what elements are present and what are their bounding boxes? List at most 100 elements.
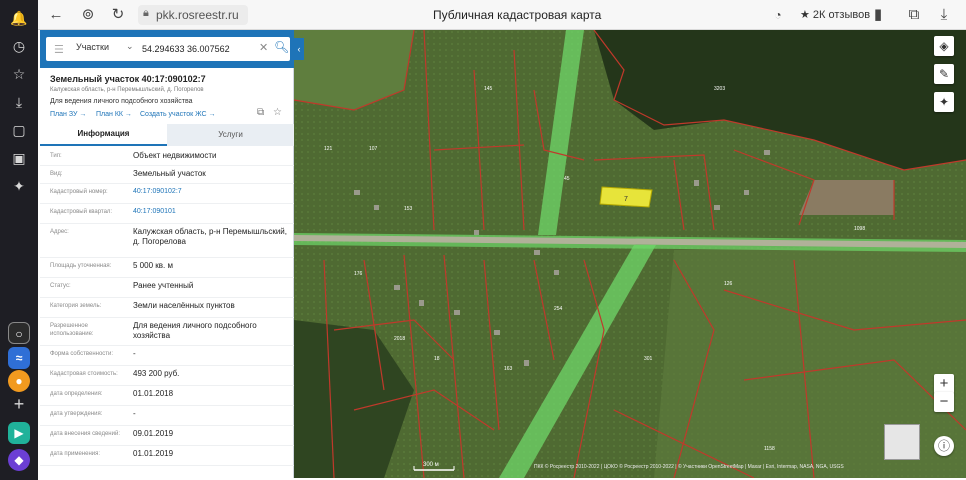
property-row: Адрес: Калужская область, р-н Перемышльск… (40, 224, 294, 258)
property-label: Кадастровый номер: (50, 189, 108, 195)
property-row: Кадастровый квартал: 40:17:090101 (40, 204, 294, 224)
property-row: Площадь уточненная: 5 000 кв. м (40, 258, 294, 278)
app-icon-2[interactable]: ≈ (8, 347, 30, 369)
selected-parcel-label: 7 (624, 196, 628, 203)
svg-text:121: 121 (324, 146, 333, 152)
property-value: Ранее учтенный (133, 281, 194, 290)
download-icon[interactable]: ⤓ (9, 92, 29, 112)
app-icon-1[interactable]: ○ (8, 322, 30, 344)
category-select[interactable]: Участки (76, 42, 109, 52)
cadastral-number-link[interactable]: 40:17:090102:7 (133, 187, 288, 197)
download-icon[interactable]: ⤓ (934, 5, 954, 25)
property-label: Категория земель: (50, 303, 102, 309)
search-bar: ☰ Участки ⌄ ✕ 🔍︎ (40, 30, 294, 68)
bookmark-icon[interactable]: ▮ (868, 5, 888, 25)
property-value: Калужская область, р-н Перемышльский, д.… (133, 227, 287, 246)
add-app-icon[interactable]: + (9, 394, 29, 414)
app-icon-5[interactable]: ◆ (8, 449, 30, 471)
url-text: pkk.rosreestr.ru (156, 8, 239, 22)
svg-text:176: 176 (354, 271, 363, 277)
address-bar[interactable]: 🔒︎ pkk.rosreestr.ru (138, 5, 248, 25)
property-label: Форма собственности: (50, 351, 114, 357)
tab-services[interactable]: Услуги (167, 124, 294, 146)
info-panel: ☰ Участки ⌄ ✕ 🔍︎ Земельный участок 40:17… (40, 30, 294, 478)
layers-icon[interactable]: ◈ (934, 36, 954, 56)
browser-toolbar: ← ⊚ ↻ 🔒︎ pkk.rosreestr.ru Публичная када… (38, 0, 966, 30)
shield-icon[interactable]: ⊚ (78, 5, 98, 25)
collapse-panel-button[interactable]: ‹ (294, 38, 304, 60)
object-address: Калужская область, р-н Перемышльский, д.… (50, 87, 204, 93)
svg-text:301: 301 (644, 356, 653, 362)
property-label: Вид: (50, 171, 63, 177)
svg-text:45: 45 (564, 176, 570, 182)
property-row: Разрешенное использование: Для ведения ли… (40, 318, 294, 346)
property-row: Категория земель: Земли населённых пункто… (40, 298, 294, 318)
copy-icon[interactable]: ⧉ (257, 107, 264, 118)
search-icon[interactable]: 🔍︎ (274, 40, 289, 54)
property-label: Тип: (50, 153, 62, 159)
plan-zu-link[interactable]: План ЗУ → (50, 111, 86, 118)
plowed-field (799, 180, 894, 215)
svg-text:163: 163 (504, 366, 513, 372)
chevron-down-icon[interactable]: ⌄ (126, 41, 134, 52)
puzzle-icon[interactable]: ✦ (9, 176, 29, 196)
extensions-icon[interactable]: ⧉ (904, 5, 924, 25)
property-row: Форма собственности: - (40, 346, 294, 366)
plan-kk-link[interactable]: План КК → (96, 111, 132, 118)
property-row: Тип: Объект недвижимости (40, 148, 294, 166)
property-label: дата утверждения: (50, 411, 103, 417)
calendar-icon[interactable]: ▣ (9, 148, 29, 168)
zoom-in-icon[interactable]: + (934, 374, 954, 394)
svg-text:18: 18 (434, 356, 440, 362)
property-row: дата применения: 01.01.2019 (40, 446, 294, 466)
clear-icon[interactable]: ✕ (259, 41, 268, 54)
create-parcel-link[interactable]: Создать участок ЖС → (140, 111, 216, 118)
property-row: дата утверждения: - (40, 406, 294, 426)
info-icon[interactable]: ⓘ (934, 436, 954, 456)
cadastral-map[interactable]: 7 145 107 153 176 2018 18 163 254 3203 1098 126… (294, 30, 966, 478)
ruler-icon[interactable]: ✎ (934, 64, 954, 84)
property-value: Объект недвижимости (133, 151, 217, 160)
star-icon[interactable]: ☆ (9, 64, 29, 84)
menu-icon[interactable]: ☰ (54, 43, 64, 56)
lock-icon: 🔒︎ (143, 7, 149, 19)
minimap (884, 424, 920, 460)
app-icon-3[interactable]: ● (8, 370, 30, 392)
property-value: - (133, 409, 136, 418)
map-canvas[interactable]: 7 145 107 153 176 2018 18 163 254 3203 1098 126… (294, 30, 966, 478)
os-side-rail: 🔔 ◷ ☆ ⤓ ▢ ▣ ✦ ○ ≈ ● + ▶ ◆ (0, 0, 38, 480)
zoom-out-icon[interactable]: − (934, 392, 954, 412)
back-icon[interactable]: ← (46, 5, 66, 25)
svg-text:2018: 2018 (394, 336, 405, 342)
property-value: 01.01.2019 (133, 449, 174, 458)
reviews-button[interactable]: ★ 2К отзывов (796, 5, 874, 25)
property-label: дата определения: (50, 391, 103, 397)
property-row: Вид: Земельный участок (40, 166, 294, 184)
property-row: Кадастровый номер: 40:17:090102:7 (40, 184, 294, 204)
svg-text:145: 145 (484, 86, 493, 92)
svg-text:1158: 1158 (764, 446, 775, 452)
tts-icon[interactable]: ◔ (768, 5, 788, 25)
svg-text:254: 254 (554, 306, 563, 312)
favorite-icon[interactable]: ☆ (273, 107, 282, 118)
property-value: 5 000 кв. м (133, 261, 173, 270)
object-title: Земельный участок 40:17:090102:7 (50, 74, 206, 84)
property-label: Площадь уточненная: (50, 263, 112, 269)
search-box: ☰ Участки ⌄ ✕ 🔍︎ (46, 37, 290, 61)
property-label: дата применения: (50, 451, 101, 457)
clock-icon[interactable]: ◷ (9, 36, 29, 56)
map-attribution: ПКК © Росреестр 2010-2022 | ЦОКО © Росре… (534, 464, 844, 470)
svg-text:1098: 1098 (854, 226, 865, 232)
cadastral-quarter-link[interactable]: 40:17:090101 (133, 207, 288, 217)
bag-icon[interactable]: ▢ (9, 120, 29, 140)
svg-text:3203: 3203 (714, 86, 725, 92)
property-row: дата внесения сведений: 09.01.2019 (40, 426, 294, 446)
svg-text:107: 107 (369, 146, 378, 152)
search-input[interactable] (142, 40, 252, 58)
bell-icon[interactable]: 🔔 (9, 8, 29, 28)
app-icon-4[interactable]: ▶ (8, 422, 30, 444)
svg-text:126: 126 (724, 281, 733, 287)
reload-icon[interactable]: ↻ (108, 5, 128, 25)
tab-info[interactable]: Информация (40, 124, 167, 146)
locate-icon[interactable]: ✦ (934, 92, 954, 112)
